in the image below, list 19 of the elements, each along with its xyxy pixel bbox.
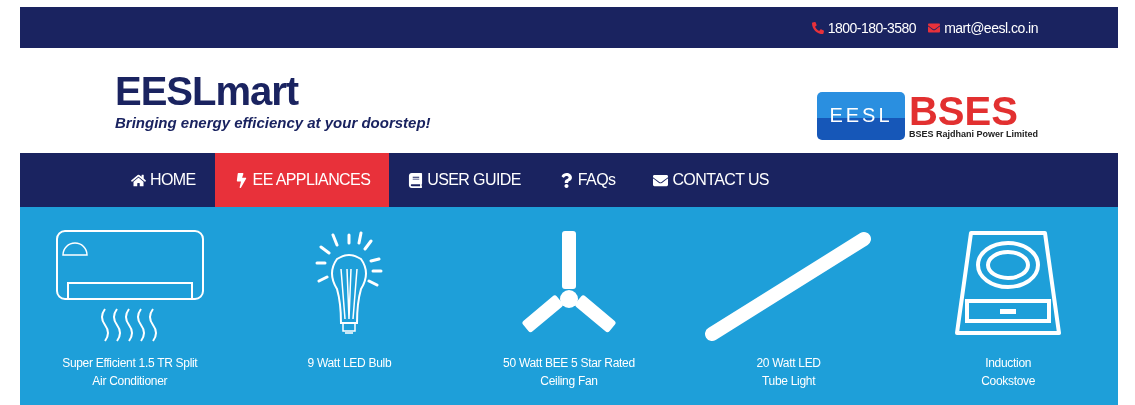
nav-tab[interactable]: USER GUIDE — [389, 153, 540, 207]
email-link[interactable]: mart@eesl.co.in — [944, 19, 1038, 36]
envelope-icon — [928, 21, 941, 34]
nav-tab[interactable]: CONTACT US — [634, 153, 788, 207]
logo-subtitle: BSES Rajdhani Power Limited — [908, 128, 1038, 139]
tube-light-icon — [703, 229, 874, 344]
air-conditioner-icon — [54, 229, 205, 344]
site-logo[interactable]: EESLmart — [115, 70, 431, 111]
home-icon — [131, 172, 146, 188]
eesl-logo: EESL — [816, 91, 905, 140]
bses-logo: BSES — [908, 92, 1018, 129]
book-icon — [408, 172, 424, 188]
tagline: Bringing energy efficiency at your doorstep! — [115, 113, 431, 131]
nav-tab[interactable]: FAQs — [539, 153, 635, 207]
phone-icon — [811, 21, 824, 34]
phone-number: 1800-180-3580 — [827, 19, 917, 36]
nav-tab[interactable]: HOME — [112, 153, 215, 207]
envelope-icon — [653, 172, 669, 188]
nav-tab[interactable]: EE APPLIANCES — [214, 153, 390, 207]
